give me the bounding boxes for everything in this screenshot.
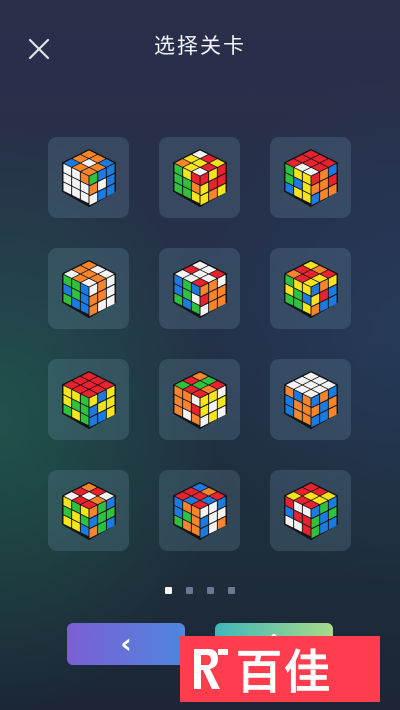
rubiks-cube-icon — [283, 481, 338, 540]
level-tile[interactable] — [270, 248, 351, 329]
watermark-text: 百佳 — [236, 645, 332, 699]
rubiks-cube-icon — [172, 370, 227, 429]
page-title: 选择关卡 — [154, 34, 246, 58]
rubiks-cube-icon — [172, 481, 227, 540]
page-indicator — [0, 587, 400, 594]
page-dot-active[interactable] — [165, 587, 172, 594]
rubiks-cube-icon — [283, 370, 338, 429]
header: 选择关卡 — [0, 0, 400, 96]
rubiks-cube-icon — [283, 148, 338, 207]
level-tile[interactable] — [48, 137, 129, 218]
previous-page-button[interactable]: ‹ — [67, 623, 185, 665]
rubiks-cube-icon — [172, 148, 227, 207]
level-tile[interactable] — [159, 470, 240, 551]
rubiks-cube-icon — [61, 148, 116, 207]
level-tile[interactable] — [48, 248, 129, 329]
rubiks-cube-icon — [61, 370, 116, 429]
level-grid — [48, 137, 352, 551]
rubiks-cube-icon — [283, 259, 338, 318]
level-tile[interactable] — [159, 248, 240, 329]
page-dot[interactable] — [228, 587, 235, 594]
rubiks-cube-icon — [61, 259, 116, 318]
level-tile[interactable] — [48, 470, 129, 551]
level-tile[interactable] — [159, 359, 240, 440]
rubiks-cube-icon — [61, 481, 116, 540]
watermark: 百佳 — [180, 636, 380, 702]
page-dot[interactable] — [207, 587, 214, 594]
page-dot[interactable] — [186, 587, 193, 594]
level-tile[interactable] — [270, 470, 351, 551]
level-tile[interactable] — [270, 137, 351, 218]
level-tile[interactable] — [159, 137, 240, 218]
chevron-left-icon: ‹ — [120, 627, 132, 660]
level-tile[interactable] — [270, 359, 351, 440]
level-tile[interactable] — [48, 359, 129, 440]
rubiks-cube-icon — [172, 259, 227, 318]
watermark-logo-icon — [194, 649, 228, 689]
